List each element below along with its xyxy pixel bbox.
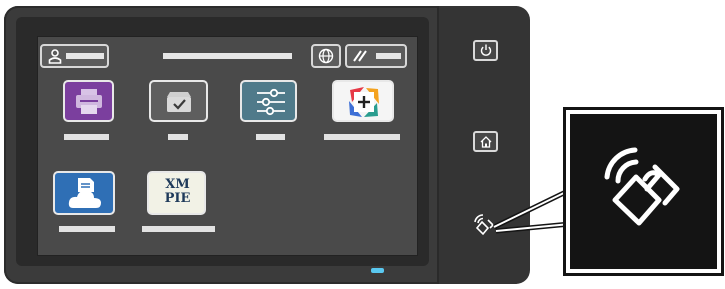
print-app-label [64, 134, 109, 140]
user-name-placeholder [66, 53, 104, 59]
xmpie-logo-bottom: PIE [164, 191, 191, 206]
energy-saver-icon [351, 49, 369, 63]
screen-title-placeholder [163, 53, 292, 59]
sliders-icon [255, 86, 287, 118]
language-button[interactable] [311, 44, 341, 68]
power-icon [480, 44, 492, 57]
printer-icon [74, 88, 104, 116]
add-app-button[interactable] [332, 80, 394, 122]
xmpie-app-label [142, 226, 215, 232]
cloud-document-icon [68, 176, 102, 212]
xmpie-app-button[interactable]: XM PIE [147, 171, 206, 215]
cloud-app-button[interactable] [53, 171, 115, 215]
xmpie-logo: XM PIE [162, 178, 193, 206]
power-button[interactable] [473, 40, 498, 61]
touchscreen [37, 36, 418, 256]
settings-app-label [256, 134, 285, 140]
tray-check-icon [165, 89, 193, 115]
xmpie-logo-top: XM [165, 177, 190, 192]
nfc-callout-zoom [563, 107, 724, 276]
user-icon [47, 48, 63, 64]
add-app-label [324, 134, 400, 140]
jobs-app-button[interactable] [149, 80, 208, 122]
cloud-app-label [59, 226, 115, 232]
settings-app-button[interactable] [240, 80, 297, 122]
globe-icon [318, 48, 334, 64]
nfc-zoom-icon [603, 147, 689, 233]
energy-saver-label-placeholder [376, 53, 401, 59]
jobs-app-label [168, 134, 188, 140]
status-led [371, 268, 384, 273]
print-app-button[interactable] [63, 80, 114, 122]
plus-icon [348, 86, 380, 118]
